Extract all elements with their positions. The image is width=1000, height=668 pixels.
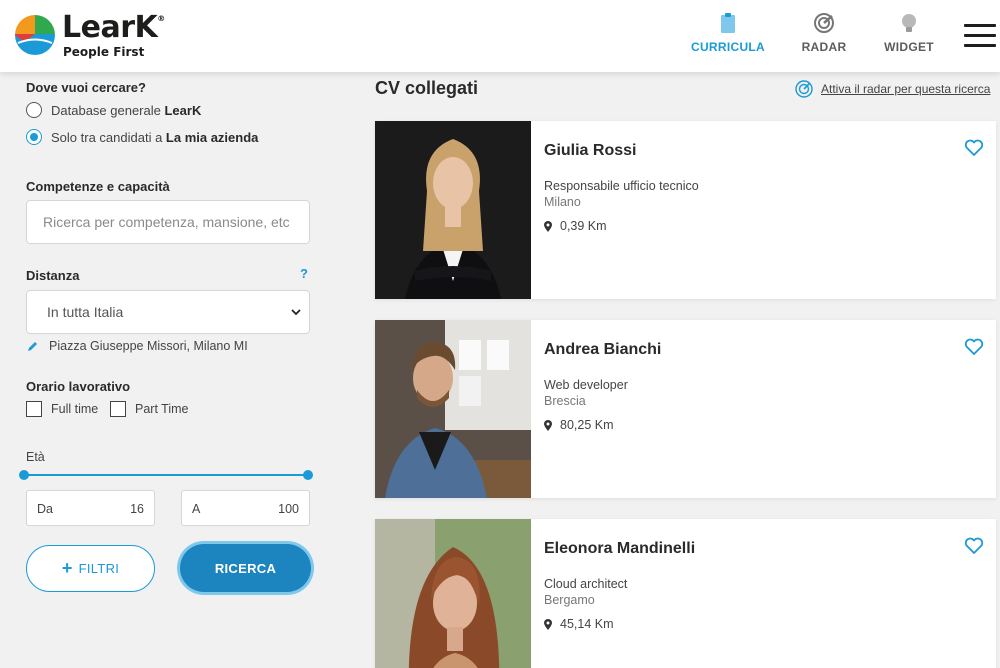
- candidate-photo: [375, 121, 531, 299]
- candidate-role: Cloud architect: [544, 577, 628, 591]
- skills-search-input[interactable]: Ricerca per competenza, mansione, etc: [26, 200, 310, 244]
- candidate-photo: [375, 320, 531, 498]
- filters-button-label: FILTRI: [78, 561, 120, 576]
- nav-widget[interactable]: WIDGET: [880, 12, 938, 58]
- address-edit[interactable]: Piazza Giuseppe Missori, Milano MI: [26, 339, 248, 353]
- parttime-label: Part Time: [135, 402, 189, 416]
- nav-curricula[interactable]: CURRICULA: [690, 12, 766, 58]
- candidate-name[interactable]: Eleonora Mandinelli: [544, 540, 695, 558]
- plus-icon: +: [61, 558, 73, 578]
- candidate-role: Responsabile ufficio tecnico: [544, 179, 699, 193]
- pencil-icon: [28, 341, 37, 351]
- search-sidebar: Dove vuoi cercare? Database generale Lea…: [0, 72, 340, 668]
- distance-select-value: In tutta Italia: [47, 304, 124, 320]
- search-button-label: RICERCA: [214, 560, 277, 576]
- nav-widget-label: WIDGET: [884, 40, 934, 54]
- age-slider-track[interactable]: [24, 474, 308, 476]
- radio-label-1: Database generale LearK: [51, 102, 202, 118]
- lightbulb-icon: [902, 14, 916, 32]
- candidate-city: Brescia: [544, 394, 586, 408]
- radio-database-generale[interactable]: Database generale LearK: [26, 100, 201, 120]
- chevron-down-icon: [291, 309, 301, 316]
- skills-label: Competenze e capacità: [26, 179, 170, 194]
- logo-mark-icon: [15, 15, 55, 55]
- checkbox-fulltime[interactable]: Full time: [26, 401, 98, 417]
- candidate-name[interactable]: Andrea Bianchi: [544, 341, 661, 359]
- distance-value: 0,39 Km: [560, 219, 607, 233]
- heart-icon[interactable]: [964, 139, 984, 157]
- nav-curricula-label: CURRICULA: [690, 40, 766, 54]
- candidate-distance: 45,14 Km: [544, 617, 614, 631]
- distance-select[interactable]: In tutta Italia: [26, 290, 310, 334]
- heart-icon[interactable]: [964, 338, 984, 356]
- search-button[interactable]: RICERCA: [180, 544, 311, 592]
- distance-value: 45,14 Km: [560, 617, 614, 631]
- address-text: Piazza Giuseppe Missori, Milano MI: [49, 339, 248, 353]
- nav-radar-label: RADAR: [801, 40, 847, 54]
- checkbox-parttime[interactable]: Part Time: [110, 401, 189, 417]
- skills-placeholder: Ricerca per competenza, mansione, etc: [43, 214, 290, 230]
- candidate-card[interactable]: Giulia Rossi Responsabile ufficio tecnic…: [375, 121, 996, 299]
- age-to-value: 100: [278, 502, 299, 516]
- distance-value: 80,25 Km: [560, 418, 614, 432]
- location-pin-icon: [544, 618, 552, 630]
- age-label: Età: [26, 450, 45, 464]
- checkbox[interactable]: [110, 401, 126, 417]
- clipboard-icon: [721, 13, 735, 33]
- radar-icon: [814, 13, 834, 33]
- radio-button[interactable]: [26, 102, 42, 118]
- candidate-distance: 80,25 Km: [544, 418, 614, 432]
- logo-wordmark: LearK: [62, 10, 158, 45]
- candidate-photo: [375, 519, 531, 668]
- logo-registered: ®: [157, 14, 165, 23]
- activate-radar-text: Attiva il radar per questa ricerca: [821, 82, 991, 96]
- candidate-name[interactable]: Giulia Rossi: [544, 142, 636, 160]
- heart-icon[interactable]: [964, 537, 984, 555]
- top-header: LearK® People First CURRICULA RADAR WIDG…: [0, 0, 1000, 72]
- candidate-distance: 0,39 Km: [544, 219, 607, 233]
- radio-mia-azienda[interactable]: Solo tra candidati a La mia azienda: [26, 127, 258, 147]
- candidate-city: Milano: [544, 195, 581, 209]
- page-title: CV collegati: [375, 78, 479, 98]
- candidate-city: Bergamo: [544, 593, 595, 607]
- where-label: Dove vuoi cercare?: [26, 80, 146, 95]
- location-pin-icon: [544, 419, 552, 431]
- age-slider-max-handle[interactable]: [303, 470, 313, 480]
- age-to-label: A: [192, 502, 201, 516]
- age-slider-min-handle[interactable]: [19, 470, 29, 480]
- logo-tagline: People First: [63, 45, 145, 59]
- distance-label: Distanza: [26, 268, 80, 283]
- checkbox[interactable]: [26, 401, 42, 417]
- radio-button-selected[interactable]: [26, 129, 42, 145]
- help-icon[interactable]: ?: [300, 266, 308, 281]
- age-from-value: 16: [130, 502, 144, 516]
- age-from-input[interactable]: Da 16: [26, 490, 155, 526]
- activate-radar-link[interactable]: Attiva il radar per questa ricerca: [795, 80, 990, 98]
- radar-icon: [795, 80, 813, 98]
- fulltime-label: Full time: [51, 402, 99, 416]
- location-pin-icon: [544, 220, 552, 232]
- candidate-role: Web developer: [544, 378, 628, 392]
- radio-label-2: Solo tra candidati a La mia azienda: [51, 129, 259, 145]
- candidate-card[interactable]: Andrea Bianchi Web developer Brescia 80,…: [375, 320, 996, 498]
- age-from-label: Da: [37, 502, 53, 516]
- menu-hamburger-icon[interactable]: [964, 24, 996, 48]
- filters-button[interactable]: + FILTRI: [26, 545, 155, 592]
- learK-logo[interactable]: LearK® People First: [14, 10, 184, 60]
- age-to-input[interactable]: A 100: [181, 490, 310, 526]
- nav-radar[interactable]: RADAR: [796, 12, 852, 58]
- schedule-label: Orario lavorativo: [26, 379, 131, 394]
- candidate-card[interactable]: Eleonora Mandinelli Cloud architect Berg…: [375, 519, 996, 668]
